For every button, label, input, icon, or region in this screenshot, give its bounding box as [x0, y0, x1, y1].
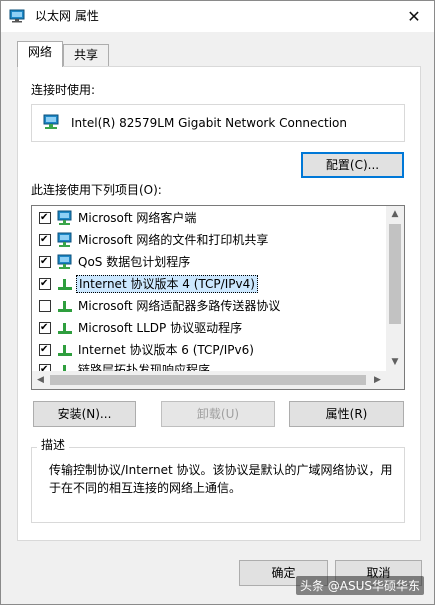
- protocol-icon: [58, 279, 72, 290]
- list-item-label: 链路层拓扑发现响应程序: [78, 363, 211, 371]
- scrollbar-corner: [386, 371, 404, 389]
- list-item[interactable]: Microsoft LLDP 协议驱动程序: [32, 317, 386, 339]
- close-button[interactable]: ✕: [394, 1, 434, 32]
- list-item[interactable]: Microsoft 网络适配器多路传送器协议: [32, 295, 386, 317]
- description-text: 传输控制协议/Internet 协议。该协议是默认的广域网络协议，用于在不同的相…: [49, 463, 393, 495]
- checkbox[interactable]: [39, 212, 51, 224]
- protocol-icon: [63, 365, 66, 371]
- horizontal-scroll-thumb[interactable]: [50, 375, 366, 385]
- scroll-down-icon[interactable]: ▼: [386, 354, 404, 371]
- checkbox[interactable]: [39, 322, 51, 334]
- network-adapter-icon: [43, 114, 59, 129]
- scroll-left-icon[interactable]: ◀: [32, 371, 49, 389]
- vertical-scroll-thumb[interactable]: [389, 224, 401, 324]
- list-item-label: Microsoft 网络的文件和打印机共享: [78, 233, 269, 247]
- scroll-right-icon[interactable]: ▶: [369, 371, 386, 389]
- horizontal-scrollbar[interactable]: ◀ ▶: [32, 371, 386, 389]
- list-item[interactable]: Microsoft 网络客户端: [32, 207, 386, 229]
- checkbox[interactable]: [39, 234, 51, 246]
- checkbox[interactable]: [39, 300, 51, 312]
- list-item[interactable]: Microsoft 网络的文件和打印机共享: [32, 229, 386, 251]
- network-client-icon: [57, 254, 72, 269]
- checkbox[interactable]: [39, 256, 51, 268]
- scroll-up-icon[interactable]: ▲: [386, 206, 404, 223]
- network-client-icon: [57, 210, 72, 225]
- list-item[interactable]: Internet 协议版本 6 (TCP/IPv6): [32, 339, 386, 361]
- list-item-label: Internet 协议版本 4 (TCP/IPv4): [76, 275, 258, 293]
- adapter-box: Intel(R) 82579LM Gigabit Network Connect…: [31, 104, 405, 142]
- vertical-scrollbar[interactable]: ▲ ▼: [386, 206, 404, 371]
- list-item-label: Internet 协议版本 6 (TCP/IPv6): [78, 343, 254, 357]
- properties-window: 以太网 属性 ✕ 网络 共享 连接时使用: Intel(R) 82579LM G…: [0, 0, 435, 605]
- checkbox[interactable]: [39, 278, 51, 290]
- tab-network[interactable]: 网络: [17, 41, 63, 67]
- list-item[interactable]: 链路层拓扑发现响应程序: [32, 359, 386, 371]
- list-item[interactable]: QoS 数据包计划程序: [32, 251, 386, 273]
- items-label: 此连接使用下列项目(O):: [31, 183, 162, 197]
- watermark: 头条 @ASUS华硕华东: [295, 576, 424, 595]
- protocol-icon: [58, 323, 72, 334]
- protocol-icon: [58, 345, 72, 356]
- components-list: Microsoft 网络客户端 Microsoft 网络的文件和打印机共享 Qo…: [31, 205, 405, 390]
- list-item-label: Microsoft 网络客户端: [78, 211, 197, 225]
- window-title: 以太网 属性: [35, 9, 99, 23]
- uninstall-button[interactable]: 卸载(U): [161, 401, 275, 427]
- tab-sharing[interactable]: 共享: [63, 44, 109, 67]
- list-item-label: QoS 数据包计划程序: [78, 255, 191, 269]
- list-item[interactable]: Internet 协议版本 4 (TCP/IPv4): [32, 273, 386, 295]
- description-title: 描述: [37, 437, 70, 453]
- connect-using-label: 连接时使用:: [31, 83, 96, 97]
- list-item-label: Microsoft 网络适配器多路传送器协议: [78, 299, 281, 313]
- properties-button[interactable]: 属性(R): [289, 401, 404, 427]
- protocol-icon: [58, 301, 72, 312]
- configure-button[interactable]: 配置(C)...: [301, 152, 404, 178]
- network-client-icon: [57, 232, 72, 247]
- list-item-label: Microsoft LLDP 协议驱动程序: [78, 321, 243, 335]
- network-adapter-icon: [9, 9, 25, 23]
- title-bar: 以太网 属性 ✕: [1, 1, 434, 32]
- install-button[interactable]: 安装(N)...: [33, 401, 136, 427]
- components-list-viewport: Microsoft 网络客户端 Microsoft 网络的文件和打印机共享 Qo…: [32, 206, 386, 371]
- close-icon: ✕: [407, 7, 421, 26]
- checkbox[interactable]: [39, 344, 51, 356]
- adapter-name: Intel(R) 82579LM Gigabit Network Connect…: [71, 116, 347, 130]
- checkbox[interactable]: [39, 364, 51, 371]
